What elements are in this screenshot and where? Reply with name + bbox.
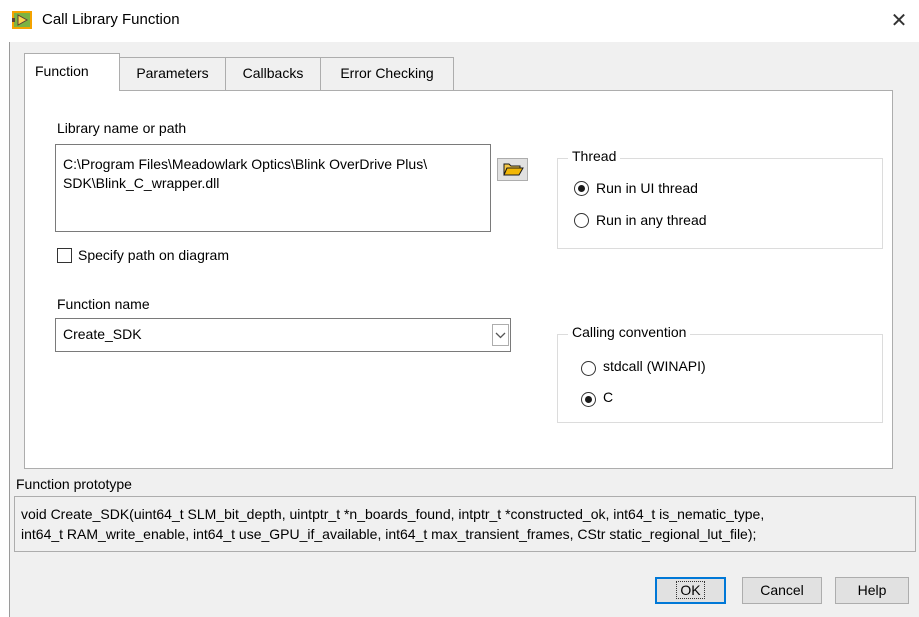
chevron-down-icon	[495, 332, 506, 339]
function-prototype-label: Function prototype	[16, 476, 132, 492]
tab-error-checking[interactable]: Error Checking	[320, 57, 454, 90]
function-prototype-line-2: int64_t RAM_write_enable, int64_t use_GP…	[21, 526, 757, 542]
stdcall-label: stdcall (WINAPI)	[603, 358, 706, 374]
cancel-button[interactable]: Cancel	[742, 577, 822, 604]
close-icon: ✕	[890, 10, 908, 32]
run-in-any-thread-label: Run in any thread	[596, 212, 707, 228]
folder-open-icon	[503, 163, 524, 176]
run-in-ui-thread-radio[interactable]	[574, 181, 589, 196]
specify-path-label: Specify path on diagram	[78, 247, 229, 263]
function-name-select[interactable]: Create_SDK	[55, 318, 511, 352]
function-name-value: Create_SDK	[63, 326, 142, 342]
thread-group-label: Thread	[568, 148, 621, 164]
tab-callbacks[interactable]: Callbacks	[225, 57, 321, 90]
library-path-input[interactable]: C:\Program Files\Meadowlark Optics\Blink…	[55, 144, 491, 232]
close-button[interactable]: ✕	[884, 6, 914, 36]
tab-parameters[interactable]: Parameters	[119, 57, 226, 90]
tab-error-checking-label: Error Checking	[340, 65, 434, 81]
function-prototype-line-1: void Create_SDK(uint64_t SLM_bit_depth, …	[21, 506, 765, 522]
run-in-any-thread-radio[interactable]	[574, 213, 589, 228]
thread-group	[557, 158, 883, 249]
c-convention-label: C	[603, 389, 614, 405]
tab-callbacks-label: Callbacks	[242, 65, 304, 81]
tab-parameters-label: Parameters	[136, 65, 209, 81]
help-button-label: Help	[857, 582, 887, 598]
library-path-label: Library name or path	[57, 120, 187, 136]
tab-function-label: Function	[35, 63, 89, 79]
ok-button[interactable]: OK	[655, 577, 726, 604]
library-path-line-1: C:\Program Files\Meadowlark Optics\Blink…	[63, 156, 428, 172]
stdcall-radio[interactable]	[581, 361, 596, 376]
cancel-button-label: Cancel	[760, 582, 804, 598]
window-title: Call Library Function	[42, 11, 180, 28]
call-library-function-icon	[12, 11, 32, 29]
title-bar: Call Library Function ✕	[0, 0, 919, 42]
ok-button-label: OK	[676, 581, 705, 599]
function-name-label: Function name	[57, 296, 150, 312]
help-button[interactable]: Help	[835, 577, 909, 604]
tab-function[interactable]: Function	[24, 53, 120, 91]
specify-path-checkbox[interactable]	[57, 248, 72, 263]
function-prototype-box: void Create_SDK(uint64_t SLM_bit_depth, …	[14, 496, 916, 552]
calling-convention-group-label: Calling convention	[568, 324, 691, 340]
c-convention-radio[interactable]	[581, 392, 596, 407]
run-in-ui-thread-label: Run in UI thread	[596, 180, 698, 196]
library-path-line-2: SDK\Blink_C_wrapper.dll	[63, 175, 220, 191]
browse-button[interactable]	[497, 158, 528, 181]
function-name-dropdown-button[interactable]	[492, 324, 509, 346]
calling-convention-group	[557, 334, 883, 423]
